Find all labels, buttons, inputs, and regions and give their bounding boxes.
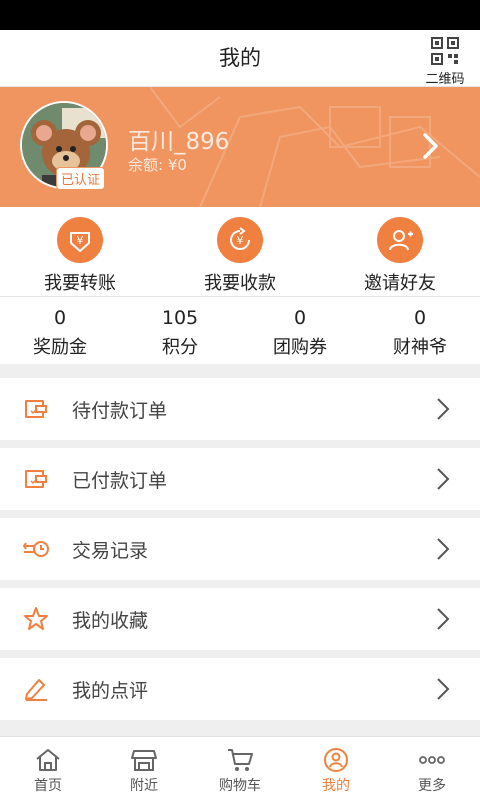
tab-label: 更多 — [418, 778, 446, 794]
tab-label: 我的 — [322, 778, 350, 794]
stat-group-coupons[interactable]: 0 团购券 — [240, 297, 360, 364]
tab-cart[interactable]: 购物车 — [192, 737, 288, 800]
chevron-right-icon — [423, 133, 438, 159]
stat-label: 团购券 — [273, 337, 327, 358]
menu-item-pending-orders[interactable]: 待付款订单 — [0, 378, 480, 440]
tab-label: 附近 — [130, 778, 158, 794]
store-icon — [131, 750, 157, 771]
svg-text:¥: ¥ — [77, 234, 84, 247]
verified-badge: 已认证 — [56, 167, 106, 190]
qr-code-button[interactable]: 二维码 — [420, 36, 470, 87]
stat-label: 积分 — [162, 337, 198, 358]
menu-item-transactions[interactable]: 交易记录 — [0, 518, 480, 580]
chevron-right-icon — [437, 398, 450, 420]
yuan-transfer-icon: ¥ — [57, 217, 103, 263]
stat-value: 0 — [293, 307, 307, 329]
tab-me[interactable]: 我的 — [288, 737, 384, 800]
menu-item-paid-orders[interactable]: 已付款订单 — [0, 448, 480, 510]
tab-nearby[interactable]: 附近 — [96, 737, 192, 800]
menu-item-label: 交易记录 — [72, 539, 149, 562]
invite-friends-button[interactable]: 邀请好友 — [320, 207, 480, 296]
menu-item-label: 待付款订单 — [72, 399, 168, 422]
stats-row: 0 奖励金 105 积分 0 团购券 0 财神爷 — [0, 296, 480, 364]
balance: 余额: ¥0 — [128, 156, 187, 174]
stat-value: 0 — [53, 307, 67, 329]
yuan-receive-icon: ¥ — [217, 217, 263, 263]
quick-actions: ¥ 我要转账 ¥ 我要收款 邀请好友 — [0, 207, 480, 296]
menu-item-label: 已付款订单 — [72, 469, 168, 492]
menu-list: 待付款订单 已付款订单 交易记录 我的收藏 我的点评 — [0, 378, 480, 720]
profile-card[interactable]: 已认证 百川_896 余额: ¥0 — [0, 87, 480, 207]
transaction-icon — [22, 541, 49, 557]
stat-label: 奖励金 — [33, 337, 87, 358]
qr-code-label: 二维码 — [425, 72, 465, 87]
stat-label: 财神爷 — [393, 337, 447, 358]
tab-more[interactable]: 更多 — [384, 737, 480, 800]
stat-value: 0 — [413, 307, 427, 329]
receive-payment-button[interactable]: ¥ 我要收款 — [160, 207, 320, 296]
cart-icon — [228, 749, 253, 771]
menu-item-favorites[interactable]: 我的收藏 — [0, 588, 480, 650]
menu-item-reviews[interactable]: 我的点评 — [0, 658, 480, 720]
invite-friend-icon — [377, 217, 423, 263]
bottom-tab-bar: 首页 附近 购物车 我的 更多 — [0, 736, 480, 800]
wallet-icon — [25, 470, 47, 488]
receive-payment-label: 我要收款 — [204, 273, 276, 294]
edit-icon — [25, 679, 47, 701]
svg-text:¥: ¥ — [237, 234, 244, 247]
more-icon — [419, 756, 445, 764]
chevron-right-icon — [437, 538, 450, 560]
tab-label: 购物车 — [219, 778, 261, 794]
tab-home[interactable]: 首页 — [0, 737, 96, 800]
nav-bar: 我的 二维码 — [0, 30, 480, 87]
username: 百川_896 — [128, 129, 230, 155]
status-bar — [0, 0, 480, 30]
star-icon — [24, 607, 48, 630]
chevron-right-icon — [437, 608, 450, 630]
qr-code-icon — [431, 37, 459, 65]
stat-value: 105 — [161, 307, 199, 329]
wallet-icon — [25, 400, 47, 418]
stat-fortune[interactable]: 0 财神爷 — [360, 297, 480, 364]
menu-item-label: 我的收藏 — [72, 609, 149, 632]
menu-item-label: 我的点评 — [72, 679, 149, 702]
stat-reward[interactable]: 0 奖励金 — [0, 297, 120, 364]
transfer-button[interactable]: ¥ 我要转账 — [0, 207, 160, 296]
chevron-right-icon — [437, 678, 450, 700]
transfer-label: 我要转账 — [44, 273, 116, 294]
tab-label: 首页 — [34, 778, 62, 794]
chevron-right-icon — [437, 468, 450, 490]
stat-points[interactable]: 105 积分 — [120, 297, 240, 364]
profile-icon — [324, 748, 348, 772]
page-title: 我的 — [219, 46, 261, 70]
invite-friends-label: 邀请好友 — [364, 273, 436, 294]
home-icon — [36, 749, 60, 771]
